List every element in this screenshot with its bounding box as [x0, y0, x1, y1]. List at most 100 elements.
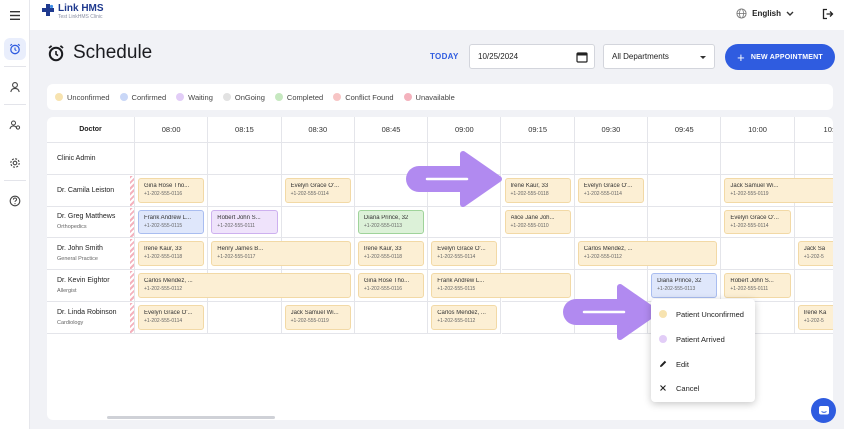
nav-settings[interactable]	[4, 152, 26, 174]
patient-phone: +1-202-555-0119	[730, 190, 769, 197]
appointment-card[interactable]: Alice Jane Joh... +1-202-555-0110	[504, 209, 571, 235]
patient-name: Robert John S...	[730, 278, 774, 285]
app-logo[interactable]: Link HMS Test LinkHMS Clinic	[42, 4, 104, 20]
patient-phone: +1-202-555-0118	[144, 254, 183, 261]
new-appointment-label: NEW APPOINTMENT	[750, 53, 823, 61]
patient-phone: +1-202-555-0113	[657, 286, 696, 293]
doctor-specialty: General Practice	[57, 256, 98, 263]
time-slot[interactable]	[208, 174, 282, 207]
plus-icon: +	[737, 49, 745, 65]
doctor-name: Dr. Greg Matthews	[57, 213, 116, 221]
appointment-card[interactable]: Evelyn Grace O'... +1-202-555-0114	[138, 305, 205, 330]
time-slot[interactable]	[721, 238, 795, 271]
menu-item-edit[interactable]: Edit	[651, 352, 755, 376]
appointment-card[interactable]: Carlos Mendez, ... +1-202-555-0112	[577, 241, 718, 267]
patient-name: Frank Andrew L...	[144, 214, 192, 221]
status-dot-icon	[119, 93, 128, 101]
appointment-card[interactable]: Robert John S... +1-202-555-0111	[211, 209, 278, 235]
time-column-header: 09:00	[428, 117, 502, 143]
appointment-card[interactable]: Evelyn Grace O'... +1-202-555-0114	[431, 241, 498, 267]
nav-staff[interactable]	[4, 114, 26, 136]
logout-button[interactable]	[822, 7, 834, 25]
time-slot[interactable]	[281, 143, 355, 175]
appointment-card[interactable]: Henry James B... +1-202-555-0117	[211, 241, 351, 267]
nav-schedule[interactable]	[4, 38, 26, 60]
doctor-name: Dr. Kevin Eightor	[57, 277, 110, 285]
nav-help[interactable]	[4, 190, 26, 212]
time-slot[interactable]	[648, 143, 722, 175]
horizontal-scrollbar[interactable]	[107, 416, 275, 419]
doctor-specialty: Cardiology	[57, 319, 84, 326]
pencil-icon	[660, 360, 667, 367]
time-slot[interactable]	[794, 207, 833, 239]
appointment-card[interactable]: Irene Kaur, 33 +1-202-555-0118	[138, 241, 205, 267]
today-button[interactable]: TODAY	[430, 52, 459, 61]
appointment-card[interactable]: Robert John S... +1-202-555-0111	[724, 273, 791, 298]
time-slot[interactable]	[574, 143, 649, 175]
time-slot[interactable]	[648, 206, 722, 239]
appointment-card[interactable]: Diana Prince, 32 +1-202-555-0113	[357, 209, 425, 235]
appointment-card[interactable]: Gina Rose Tho... +1-202-555-0116	[357, 273, 425, 298]
rail-divider	[4, 180, 26, 181]
patient-phone: +1-202-555-0114	[730, 222, 769, 229]
time-slot[interactable]	[794, 270, 833, 302]
time-slot[interactable]	[648, 174, 722, 207]
time-slot[interactable]	[794, 143, 833, 175]
menu-item-label: Cancel	[676, 383, 700, 393]
time-slot[interactable]	[428, 206, 502, 239]
time-slot[interactable]	[721, 143, 795, 175]
appointment-card[interactable]: Gina Rose Tho... +1-202-555-0116	[138, 177, 205, 203]
menu-toggle-button[interactable]	[4, 4, 26, 26]
chat-button[interactable]	[811, 398, 836, 423]
patient-phone: +1-202-555-0116	[144, 190, 183, 197]
appointment-card[interactable]: Irene Kaur, 33 +1-202-555-0118	[357, 241, 425, 267]
time-slot[interactable]	[281, 206, 355, 239]
patient-name: Alice Jane Joh...	[510, 214, 555, 221]
status-dot-icon	[176, 93, 185, 101]
top-bar: Link HMS Test LinkHMS Clinic English	[30, 0, 844, 30]
time-slot[interactable]	[208, 302, 282, 334]
patient-name: Evelyn Grace O'...	[144, 310, 193, 316]
patient-phone: +1-202-555-0111	[217, 222, 256, 229]
appointment-card[interactable]: Evelyn Grace O'... +1-202-555-0114	[724, 209, 791, 235]
patient-phone: +1-202-555-0118	[510, 190, 549, 197]
menu-item-cancel[interactable]: Cancel	[651, 376, 755, 400]
page-header: Schedule	[47, 42, 152, 64]
time-column-header: 09:30	[574, 117, 649, 143]
nav-patients[interactable]	[4, 76, 26, 98]
language-selector[interactable]: English	[736, 8, 794, 19]
doctor-row-header: Dr. John Smith General Practice	[47, 238, 135, 271]
patient-name: Robert John S...	[217, 214, 261, 221]
appointment-card[interactable]: Frank Andrew L... +1-202-555-0115	[431, 273, 571, 298]
unavailable-marker	[130, 271, 134, 301]
date-picker-input[interactable]: 10/25/2024	[469, 44, 595, 69]
patient-phone: +1-202-555-0116	[363, 286, 403, 293]
appointment-card[interactable]: Evelyn Grace O'... +1-202-555-0114	[284, 177, 351, 203]
appointment-card[interactable]: Jack Sa +1-202-5	[797, 241, 833, 267]
calendar-icon[interactable]	[576, 51, 588, 63]
appointment-card[interactable]: Evelyn Grace O'... +1-202-555-0114	[577, 177, 645, 203]
appointment-card[interactable]: Irene Ka +1-202-5	[797, 305, 833, 330]
new-appointment-button[interactable]: + NEW APPOINTMENT	[725, 44, 835, 70]
appointment-card[interactable]: Irene Kaur, 33 +1-202-555-0118	[504, 177, 571, 203]
patient-name: Evelyn Grace O'...	[437, 246, 486, 253]
time-slot[interactable]	[354, 302, 429, 334]
time-slot[interactable]	[501, 143, 575, 175]
appointment-card[interactable]: Carlos Mendez, ... +1-202-555-0112	[138, 273, 351, 298]
time-slot[interactable]	[501, 238, 575, 271]
appointment-context-menu: Patient Unconfirmed Patient Arrived Edit Ca…	[651, 299, 755, 402]
appointment-card[interactable]: Jack Samuel Wi... +1-202-555-0119	[284, 305, 351, 330]
appointment-card[interactable]: Jack Samuel Wi... +1-202-555-0119	[724, 177, 833, 203]
time-slot[interactable]	[208, 143, 282, 175]
menu-item-patient-arrived[interactable]: Patient Arrived	[651, 327, 755, 351]
time-slot[interactable]	[574, 206, 649, 239]
appointment-card[interactable]: Frank Andrew L... +1-202-555-0115	[138, 209, 205, 235]
legend-item: Waiting	[176, 93, 213, 102]
patient-phone: +1-202-555-0115	[144, 222, 183, 229]
doctor-row-header: Dr. Linda Robinson Cardiology	[47, 302, 135, 334]
department-select[interactable]: All Departments	[603, 44, 715, 69]
time-slot[interactable]	[135, 143, 209, 175]
menu-item-patient-unconfirmed[interactable]: Patient Unconfirmed	[651, 302, 755, 326]
appointment-card[interactable]: Diana Prince, 32 +1-202-555-0113	[651, 273, 718, 298]
appointment-card[interactable]: Carlos Mendez, ... +1-202-555-0112	[431, 305, 498, 330]
